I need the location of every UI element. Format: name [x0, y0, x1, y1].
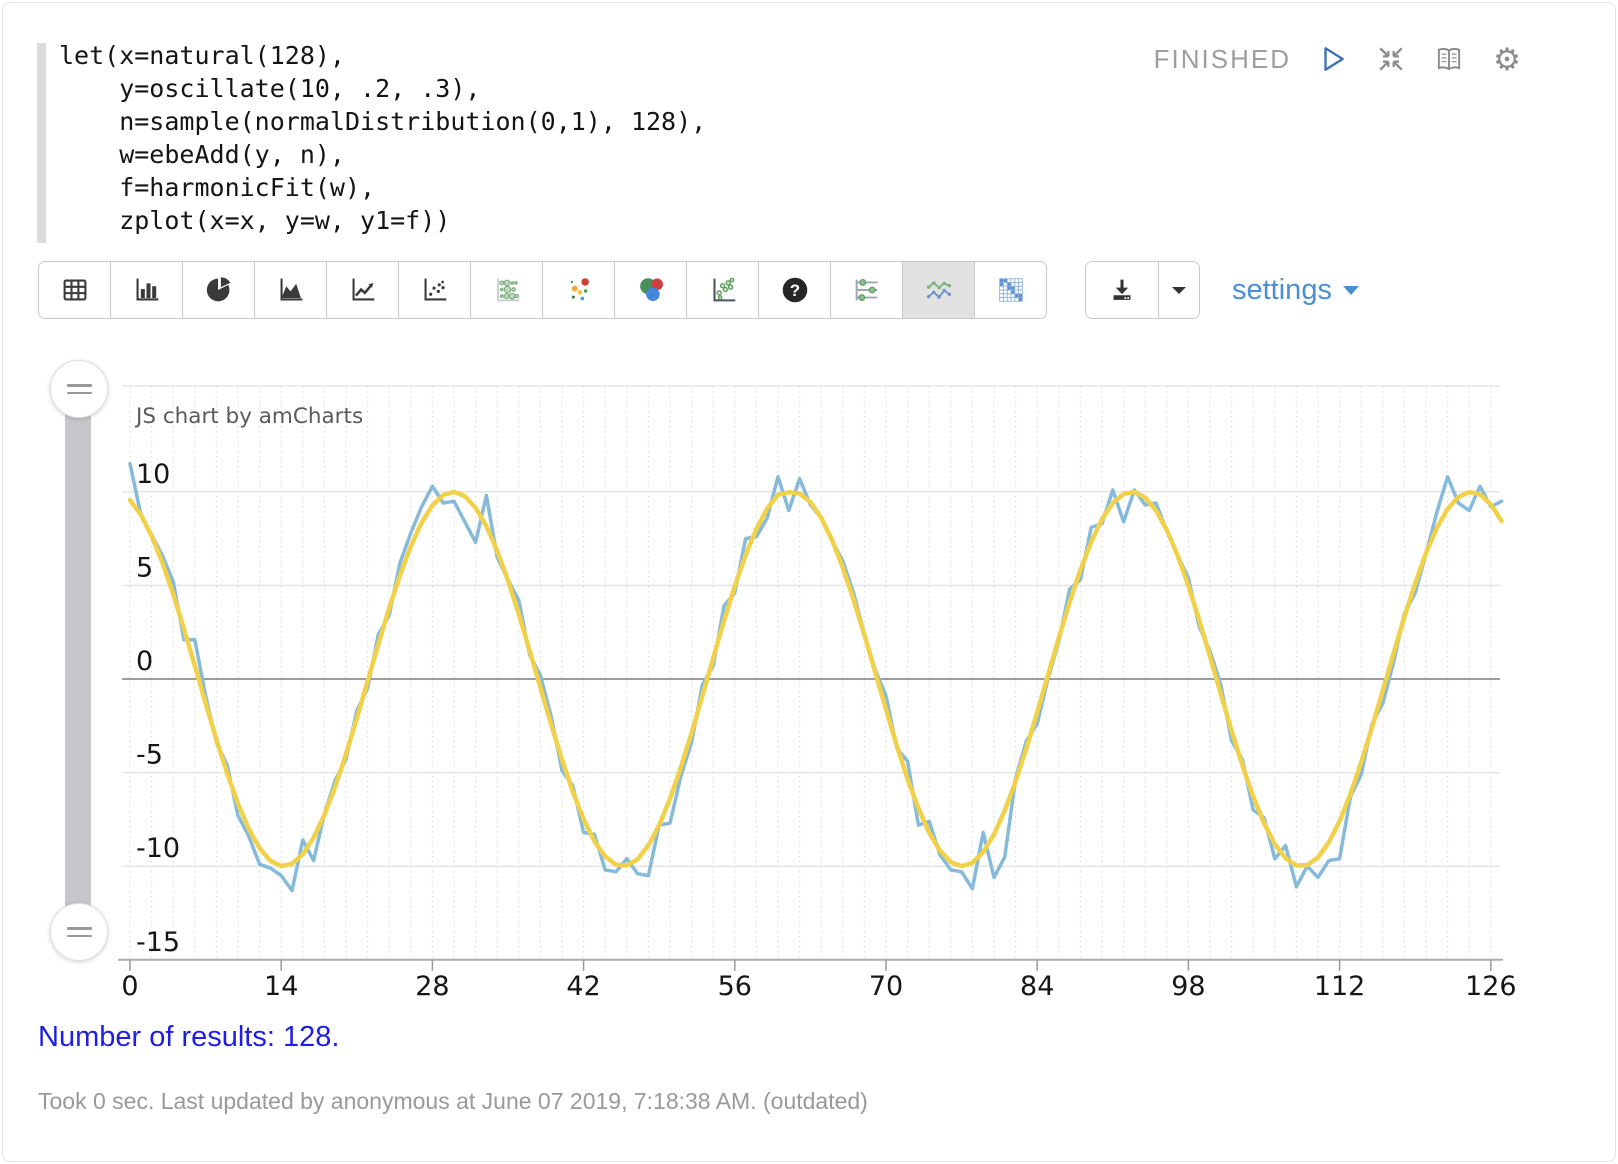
- paragraph-controls: FINISHED ⚙: [1154, 43, 1523, 75]
- settings-dropdown[interactable]: settings: [1232, 274, 1361, 307]
- matrix-icon: [994, 273, 1028, 307]
- help-icon: ?: [778, 273, 812, 307]
- pie-chart-button[interactable]: [182, 262, 254, 318]
- svg-text:0: 0: [121, 971, 138, 1002]
- multi-line-icon: [922, 273, 956, 307]
- svg-text:?: ?: [789, 281, 799, 300]
- help-button[interactable]: ?: [758, 262, 830, 318]
- svg-text:14: 14: [264, 971, 298, 1002]
- area-chart-icon: [274, 273, 308, 307]
- chart-toolbar: ? settings: [38, 261, 1615, 319]
- result-count-text: Number of results: 128.: [38, 1021, 1615, 1054]
- collapse-icon[interactable]: [1375, 43, 1407, 75]
- svg-text:28: 28: [415, 971, 449, 1002]
- colorful-scatter-icon: [562, 273, 596, 307]
- range-plot-button[interactable]: [830, 262, 902, 318]
- download-icon: [1105, 273, 1139, 307]
- paragraph-status: FINISHED: [1154, 44, 1291, 75]
- area-chart-button[interactable]: [254, 262, 326, 318]
- bubble-grid-icon: [490, 273, 524, 307]
- bar-chart-icon: [130, 273, 164, 307]
- settings-label: settings: [1232, 274, 1332, 307]
- gear-icon[interactable]: ⚙: [1491, 43, 1523, 75]
- chart-type-button-group: ?: [38, 261, 1047, 319]
- play-icon[interactable]: [1317, 43, 1349, 75]
- multi-line-button[interactable]: [902, 262, 974, 318]
- caret-down-icon: [1341, 283, 1361, 297]
- svg-text:70: 70: [869, 971, 903, 1002]
- caret-down-icon: [1168, 279, 1190, 301]
- paragraph-container: let(x=natural(128), y=oscillate(10, .2, …: [2, 2, 1616, 1162]
- scatter-chart-button[interactable]: [398, 262, 470, 318]
- point-cloud-button[interactable]: [542, 262, 614, 318]
- book-icon[interactable]: [1433, 43, 1465, 75]
- svg-text:-15: -15: [136, 927, 180, 958]
- svg-text:126: 126: [1465, 971, 1517, 1002]
- venn-icon: [634, 273, 668, 307]
- green-scatter-button[interactable]: [686, 262, 758, 318]
- bubble-grid-button[interactable]: [470, 262, 542, 318]
- svg-text:10: 10: [136, 459, 170, 490]
- svg-text:5: 5: [136, 552, 153, 583]
- svg-text:112: 112: [1314, 971, 1366, 1002]
- svg-text:0: 0: [136, 646, 153, 677]
- download-options-button[interactable]: [1158, 262, 1199, 318]
- table-button[interactable]: [39, 262, 110, 318]
- download-button[interactable]: [1086, 262, 1158, 318]
- line-chart-button[interactable]: [326, 262, 398, 318]
- line-chart[interactable]: 10 5 0 -5 -10 -15 0 14 28 42 56 70 84 98 112 126 JS char…: [3, 351, 1618, 1011]
- paragraph-status-line: Took 0 sec. Last updated by anonymous at…: [38, 1088, 1615, 1115]
- matrix-button[interactable]: [974, 262, 1046, 318]
- scatter-chart-icon: [418, 273, 452, 307]
- chart-area: 10 5 0 -5 -10 -15 0 14 28 42 56 70 84 98 112 126 JS char…: [3, 351, 1615, 1011]
- chart-zoom-handle-bottom[interactable]: [50, 903, 108, 961]
- export-button-group: [1085, 261, 1200, 319]
- line-chart-icon: [346, 273, 380, 307]
- code-gutter-bar: [37, 43, 46, 243]
- svg-text:84: 84: [1020, 971, 1054, 1002]
- svg-text:-5: -5: [136, 740, 163, 771]
- svg-text:56: 56: [718, 971, 752, 1002]
- table-icon: [58, 273, 92, 307]
- code-editor: let(x=natural(128), y=oscillate(10, .2, …: [3, 3, 1615, 237]
- chart-zoom-handle-top[interactable]: [50, 360, 108, 418]
- chart-watermark-title: JS chart by amCharts: [134, 404, 363, 429]
- bar-chart-button[interactable]: [110, 262, 182, 318]
- svg-text:42: 42: [566, 971, 600, 1002]
- svg-text:98: 98: [1171, 971, 1205, 1002]
- green-scatter-icon: [706, 273, 740, 307]
- svg-text:-10: -10: [136, 833, 180, 864]
- range-plot-icon: [850, 273, 884, 307]
- pie-chart-icon: [202, 273, 236, 307]
- chart-zoom-track[interactable]: [65, 388, 91, 931]
- venn-button[interactable]: [614, 262, 686, 318]
